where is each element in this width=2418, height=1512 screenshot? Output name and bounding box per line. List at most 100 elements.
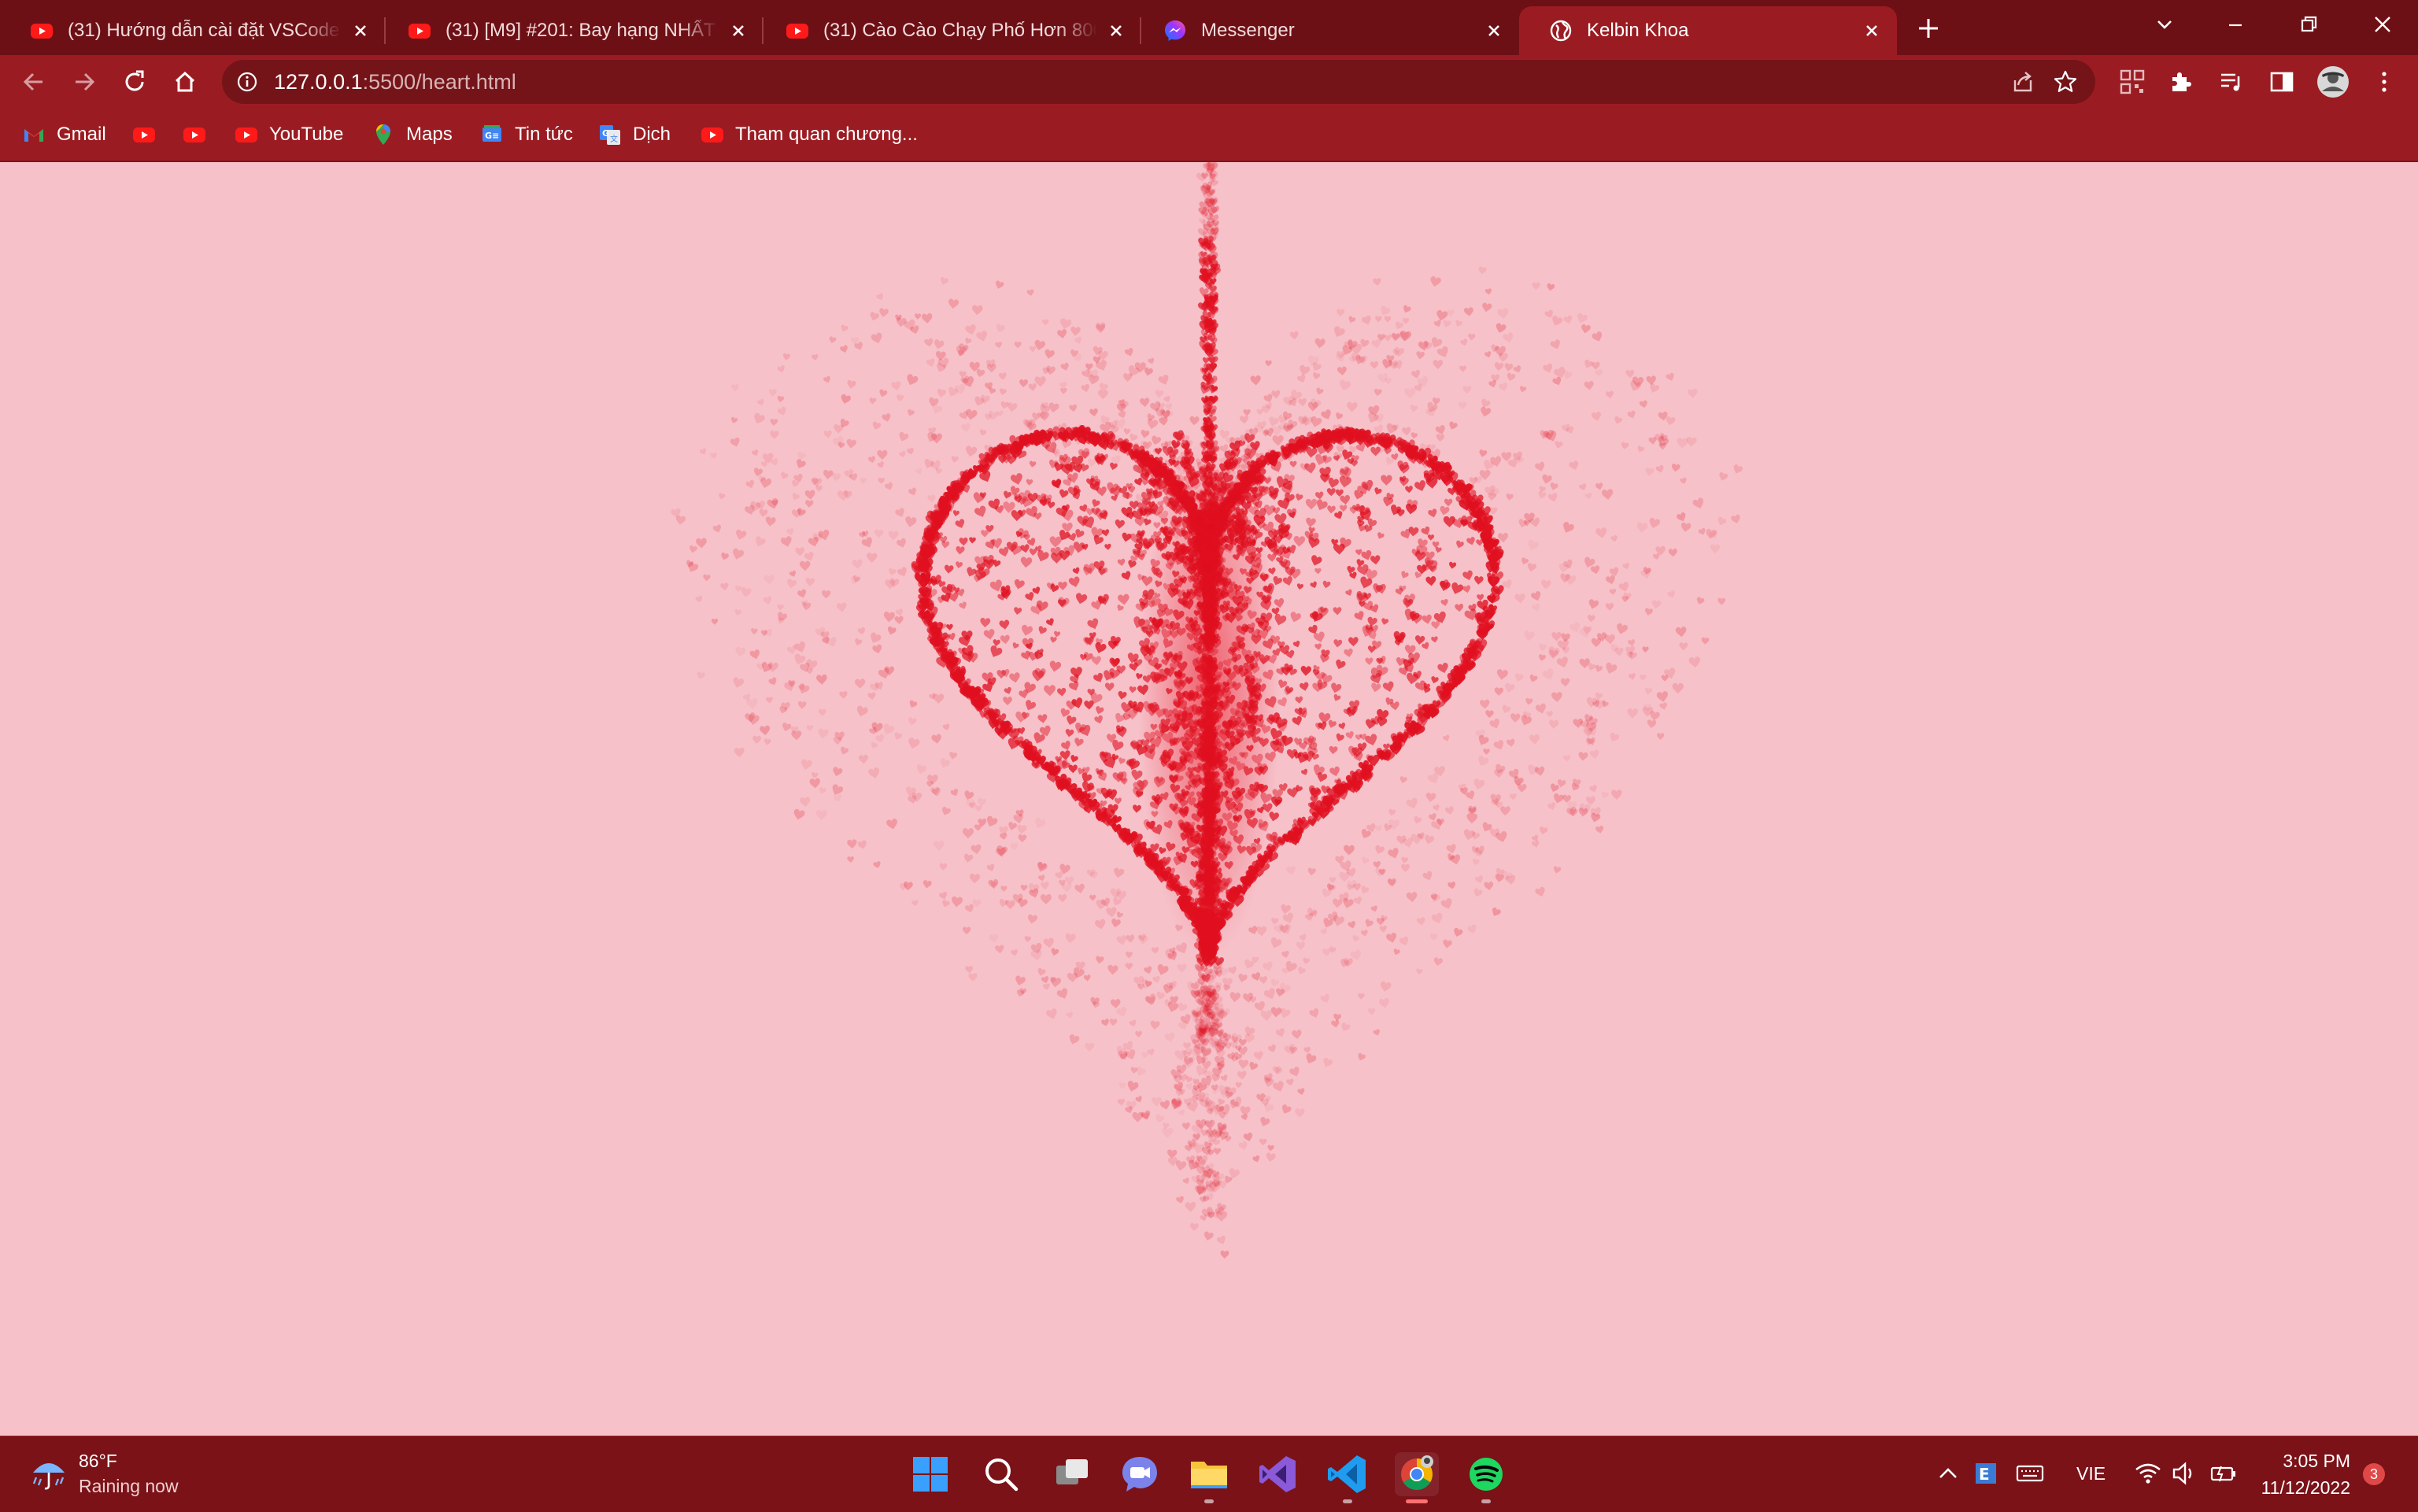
- tab-title: (31) [M9] #201: Bay hạng NHẤT c: [446, 20, 719, 41]
- qr-code-icon[interactable]: [2117, 67, 2147, 97]
- url-host: 127.0.0.1: [274, 70, 363, 94]
- svg-text:文: 文: [610, 134, 618, 144]
- url-path: :5500/heart.html: [362, 70, 516, 94]
- new-tab-button[interactable]: [1914, 14, 1943, 43]
- side-panel-icon[interactable]: [2267, 67, 2297, 97]
- restore-button[interactable]: [2289, 9, 2328, 41]
- youtube-icon: [786, 24, 808, 39]
- svg-text:G: G: [602, 128, 609, 139]
- close-window-button[interactable]: [2363, 9, 2402, 41]
- input-method-icon[interactable]: E: [1971, 1458, 2001, 1488]
- youtube-icon: [235, 128, 257, 142]
- bookmark-label: Gmail: [57, 124, 106, 145]
- browser-toolbar: 127.0.0.1:5500/heart.html: [0, 55, 2418, 109]
- tab-youtube-caocao[interactable]: (31) Cào Cào Chạy Phố Hơn 800: [756, 6, 1141, 55]
- vscode-icon[interactable]: [1325, 1452, 1370, 1496]
- tab-title: (31) Hướng dẫn cài đặt VSCode -: [68, 20, 342, 41]
- close-icon[interactable]: [727, 20, 749, 42]
- clock-date[interactable]: 11/12/2022: [2261, 1477, 2350, 1499]
- close-icon[interactable]: [1861, 20, 1883, 42]
- clock-time[interactable]: 3:05 PM: [2283, 1451, 2350, 1472]
- bookmark-label: Dịch: [633, 124, 671, 145]
- bookmark-youtube-2[interactable]: [183, 120, 217, 150]
- windows-start-icon[interactable]: [908, 1452, 952, 1496]
- profile-avatar[interactable]: [2316, 65, 2350, 99]
- volume-icon[interactable]: [2169, 1458, 2199, 1488]
- youtube-icon: [183, 128, 205, 142]
- bookmark-label: YouTube: [269, 124, 344, 145]
- spotify-icon[interactable]: [1464, 1452, 1508, 1496]
- maps-icon: [376, 124, 390, 145]
- bookmarks-bar: Gmail YouTube Maps G≡ Tin tức G文 Dịch Th…: [0, 109, 2418, 162]
- bookmark-tham-quan[interactable]: Tham quan chương...: [701, 120, 918, 150]
- bookmark-maps[interactable]: Maps: [372, 120, 453, 150]
- wifi-icon[interactable]: [2133, 1458, 2163, 1488]
- extensions-icon[interactable]: [2166, 67, 2196, 97]
- tab-title: Messenger: [1201, 20, 1295, 41]
- google-news-icon: G≡: [482, 125, 501, 142]
- close-icon[interactable]: [1105, 20, 1127, 42]
- tab-search-button[interactable]: [2145, 9, 2184, 41]
- minimize-button[interactable]: [2216, 9, 2255, 41]
- tab-youtube-vscode[interactable]: (31) Hướng dẫn cài đặt VSCode -: [0, 6, 386, 55]
- bookmark-gmail[interactable]: Gmail: [22, 120, 106, 150]
- tab-title: (31) Cào Cào Chạy Phố Hơn 800: [823, 20, 1097, 41]
- tab-strip: (31) Hướng dẫn cài đặt VSCode - (31) [M9…: [0, 0, 2418, 55]
- tab-messenger[interactable]: Messenger: [1133, 6, 1519, 55]
- visual-studio-icon[interactable]: [1256, 1452, 1300, 1496]
- more-menu-icon[interactable]: [2369, 67, 2399, 97]
- bookmark-youtube[interactable]: YouTube: [235, 120, 343, 150]
- app-running-indicator: [1204, 1499, 1214, 1503]
- bookmark-label: Tham quan chương...: [735, 124, 918, 145]
- task-view-icon[interactable]: [1050, 1452, 1094, 1496]
- bookmark-dich[interactable]: G文 Dịch: [598, 120, 671, 150]
- bookmark-star-icon[interactable]: [2053, 69, 2078, 94]
- media-control-icon[interactable]: [2216, 67, 2246, 97]
- close-icon[interactable]: [349, 20, 372, 42]
- forward-button[interactable]: [69, 67, 99, 97]
- globe-icon: [1550, 20, 1572, 42]
- app-active-indicator: [1406, 1499, 1428, 1503]
- youtube-icon: [31, 24, 53, 39]
- page-content: [0, 162, 2418, 1436]
- back-button[interactable]: [19, 67, 49, 97]
- url-text[interactable]: 127.0.0.1:5500/heart.html: [274, 70, 516, 94]
- youtube-icon: [701, 128, 723, 142]
- tab-kelbin-khoa[interactable]: Kelbin Khoa: [1519, 6, 1897, 55]
- gmail-icon: [24, 129, 43, 142]
- heart-particle-animation: [670, 162, 1743, 1259]
- svg-text:G≡: G≡: [485, 131, 499, 141]
- app-running-indicator: [1343, 1499, 1352, 1503]
- language-indicator[interactable]: VIE: [2076, 1463, 2106, 1484]
- google-translate-icon: G文: [600, 125, 620, 145]
- windows-taskbar: 86°F Raining now E VIE 3:05 PM 11/12/202…: [0, 1436, 2418, 1512]
- tab-youtube-m9[interactable]: (31) [M9] #201: Bay hạng NHẤT c: [378, 6, 763, 55]
- umbrella-rain-icon[interactable]: [28, 1454, 69, 1495]
- weather-temperature[interactable]: 86°F: [79, 1451, 117, 1472]
- app-running-indicator: [1481, 1499, 1491, 1503]
- share-icon[interactable]: [2010, 69, 2035, 94]
- notification-badge[interactable]: 3: [2363, 1463, 2385, 1485]
- youtube-icon: [409, 24, 431, 39]
- home-button[interactable]: [170, 67, 200, 97]
- youtube-icon: [133, 128, 155, 142]
- tab-title: Kelbin Khoa: [1587, 20, 1689, 41]
- bookmark-youtube-1[interactable]: [132, 120, 167, 150]
- close-icon[interactable]: [1483, 20, 1505, 42]
- bookmark-tin-tuc[interactable]: G≡ Tin tức: [480, 120, 573, 150]
- teams-chat-icon[interactable]: [1118, 1452, 1162, 1496]
- chevron-up-icon[interactable]: [1933, 1458, 1963, 1488]
- keyboard-icon[interactable]: [2015, 1458, 2045, 1488]
- svg-text:E: E: [1979, 1465, 1990, 1484]
- chrome-icon[interactable]: [1395, 1452, 1439, 1496]
- weather-condition[interactable]: Raining now: [79, 1476, 179, 1497]
- reload-button[interactable]: [120, 67, 150, 97]
- search-icon[interactable]: [979, 1452, 1023, 1496]
- bookmark-label: Maps: [406, 124, 453, 145]
- bookmark-label: Tin tức: [515, 124, 573, 145]
- battery-icon[interactable]: [2209, 1458, 2239, 1488]
- address-bar[interactable]: 127.0.0.1:5500/heart.html: [222, 60, 2095, 104]
- heart-particles: [670, 162, 1743, 1259]
- site-info-icon[interactable]: [236, 71, 258, 93]
- file-explorer-icon[interactable]: [1187, 1452, 1231, 1496]
